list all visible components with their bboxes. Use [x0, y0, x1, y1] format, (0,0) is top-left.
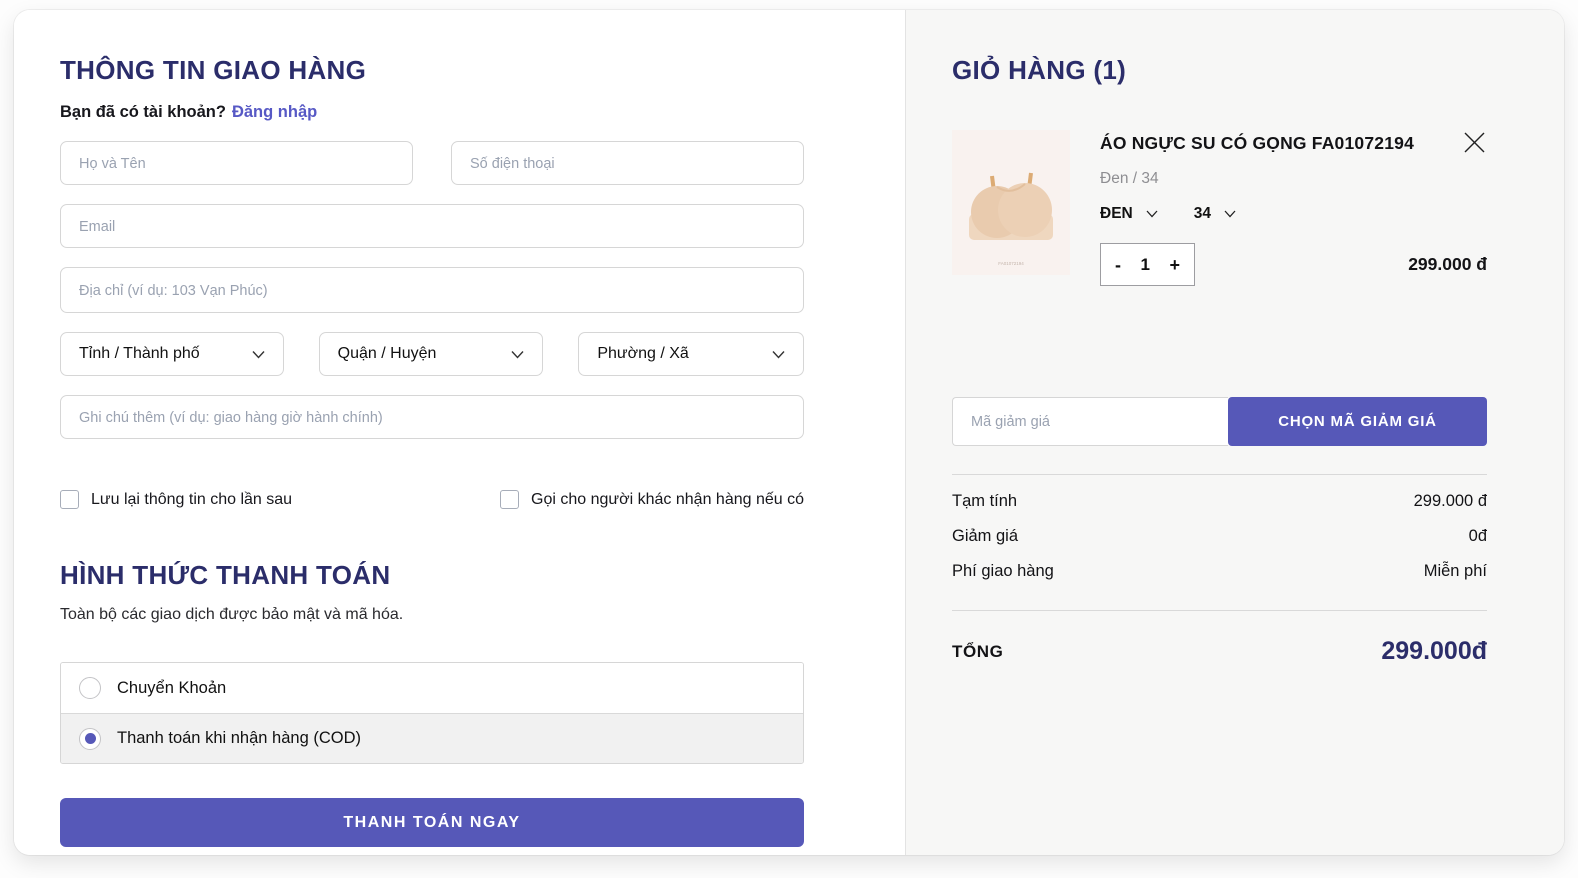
district-select[interactable]: Quận / Huyện — [319, 332, 544, 376]
chevron-down-icon — [511, 350, 524, 359]
cart-item: FA01072194 ÁO NGỰC SU CÓ GỌNG FA01072194… — [952, 130, 1487, 286]
account-line: Bạn đã có tài khoản? Đăng nhập — [60, 103, 804, 122]
ward-select-label: Phường / Xã — [597, 345, 688, 363]
call-other-checkbox[interactable]: Gọi cho người khác nhận hàng nếu có — [500, 490, 804, 509]
quantity-value: 1 — [1141, 255, 1150, 275]
province-select-label: Tỉnh / Thành phố — [79, 345, 200, 363]
shipping-fee-label: Phí giao hàng — [952, 562, 1054, 581]
product-name: ÁO NGỰC SU CÓ GỌNG FA01072194 — [1100, 130, 1414, 154]
note-input[interactable] — [60, 395, 804, 439]
payment-option-bank-transfer[interactable]: Chuyển Khoản — [61, 663, 803, 713]
divider — [952, 474, 1487, 475]
payment-option-cod[interactable]: Thanh toán khi nhận hàng (COD) — [61, 713, 803, 763]
chevron-down-icon — [1224, 210, 1236, 218]
payment-option-label: Chuyển Khoản — [117, 679, 226, 698]
payment-options: Chuyển Khoản Thanh toán khi nhận hàng (C… — [60, 662, 804, 764]
account-question: Bạn đã có tài khoản? — [60, 103, 226, 121]
cart-title: GIỎ HÀNG (1) — [952, 55, 1487, 86]
discount-value: 0đ — [1469, 527, 1487, 546]
total-label: TỔNG — [952, 642, 1004, 662]
payment-title: HÌNH THỨC THANH TOÁN — [60, 560, 804, 591]
district-select-label: Quận / Huyện — [338, 345, 437, 363]
chevron-down-icon — [772, 350, 785, 359]
radio-icon — [79, 677, 101, 699]
pay-now-button[interactable]: THANH TOÁN NGAY — [60, 798, 804, 847]
name-input[interactable] — [60, 141, 413, 185]
summary-row-subtotal: Tạm tính 299.000 đ — [952, 492, 1487, 511]
payment-option-label: Thanh toán khi nhận hàng (COD) — [117, 729, 361, 748]
call-other-label: Gọi cho người khác nhận hàng nếu có — [531, 491, 804, 509]
ward-select[interactable]: Phường / Xã — [578, 332, 804, 376]
chevron-down-icon — [1146, 210, 1158, 218]
subtotal-value: 299.000 đ — [1414, 492, 1487, 511]
chevron-down-icon — [252, 350, 265, 359]
total-row: TỔNG 299.000đ — [952, 637, 1487, 666]
login-link[interactable]: Đăng nhập — [232, 103, 317, 121]
payment-subtitle: Toàn bộ các giao dịch được bảo mật và mã… — [60, 606, 804, 624]
svg-text:FA01072194: FA01072194 — [998, 261, 1024, 266]
radio-icon-selected — [79, 728, 101, 750]
subtotal-label: Tạm tính — [952, 492, 1017, 511]
discount-label: Giảm giá — [952, 527, 1018, 546]
save-info-label: Lưu lại thông tin cho lần sau — [91, 491, 292, 509]
save-info-checkbox[interactable]: Lưu lại thông tin cho lần sau — [60, 490, 292, 509]
color-select-value: ĐEN — [1100, 205, 1133, 223]
close-icon[interactable] — [1462, 130, 1487, 155]
size-select[interactable]: 34 — [1194, 205, 1236, 223]
product-image: FA01072194 — [952, 130, 1070, 275]
order-summary: Tạm tính 299.000 đ Giảm giá 0đ Phí giao … — [952, 492, 1487, 581]
size-select-value: 34 — [1194, 205, 1211, 223]
checkbox-icon — [500, 490, 519, 509]
shipping-fee-value: Miễn phí — [1424, 562, 1487, 581]
shipping-title: THÔNG TIN GIAO HÀNG — [60, 55, 804, 86]
variant-text: Đen / 34 — [1100, 170, 1487, 188]
shipping-panel: THÔNG TIN GIAO HÀNG Bạn đã có tài khoản?… — [14, 10, 905, 855]
color-select[interactable]: ĐEN — [1100, 205, 1158, 223]
total-value: 299.000đ — [1381, 637, 1487, 666]
quantity-stepper: - 1 + — [1100, 243, 1195, 286]
quantity-decrease-button[interactable]: - — [1115, 256, 1121, 274]
cart-panel: GIỎ HÀNG (1) FA01072194 ÁO NGỰC SU CÓ GỌ… — [905, 10, 1564, 855]
phone-input[interactable] — [451, 141, 804, 185]
discount-code-input[interactable] — [952, 397, 1228, 446]
email-input[interactable] — [60, 204, 804, 248]
address-input[interactable] — [60, 267, 804, 313]
quantity-increase-button[interactable]: + — [1169, 256, 1180, 274]
item-details: ÁO NGỰC SU CÓ GỌNG FA01072194 Đen / 34 Đ… — [1100, 130, 1487, 286]
province-select[interactable]: Tỉnh / Thành phố — [60, 332, 284, 376]
divider — [952, 610, 1487, 611]
summary-row-shipping-fee: Phí giao hàng Miễn phí — [952, 562, 1487, 581]
summary-row-discount: Giảm giá 0đ — [952, 527, 1487, 546]
item-price: 299.000 đ — [1408, 254, 1487, 275]
checkbox-icon — [60, 490, 79, 509]
choose-discount-button[interactable]: CHỌN MÃ GIẢM GIÁ — [1228, 397, 1487, 446]
checkout-card: THÔNG TIN GIAO HÀNG Bạn đã có tài khoản?… — [14, 10, 1564, 855]
discount-row: CHỌN MÃ GIẢM GIÁ — [952, 397, 1487, 446]
